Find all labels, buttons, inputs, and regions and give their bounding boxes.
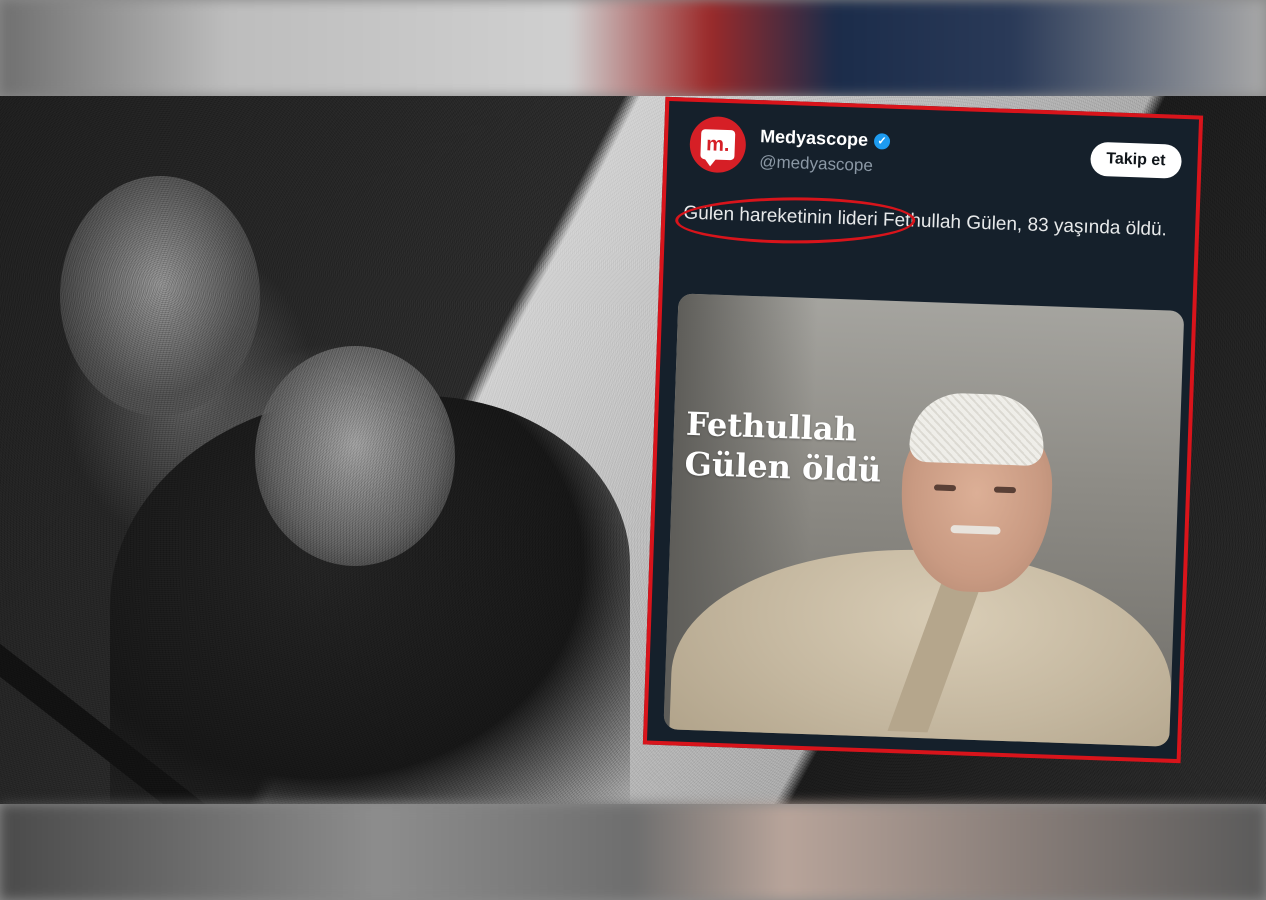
tweet-media-image[interactable]: Fethullah Gülen öldü [663, 293, 1185, 747]
avatar[interactable]: m. [688, 115, 747, 174]
media-headline-line1: Fethullah [685, 404, 858, 449]
media-person-photo [663, 293, 1184, 747]
verified-badge-icon: ✓ [873, 132, 891, 150]
media-headline-line2: Gülen öldü [684, 444, 882, 490]
media-headline: Fethullah Gülen öldü [684, 404, 883, 491]
person-cap [908, 391, 1046, 467]
tweet-card: m. Medyascope ✓ @medyascope Takip et Gül… [642, 96, 1204, 764]
blurred-top-strip [0, 0, 1266, 96]
person-eye-left [933, 484, 957, 492]
account-handle[interactable]: @medyascope [759, 152, 873, 176]
account-name[interactable]: Medyascope ✓ [760, 126, 891, 152]
blurred-bottom-strip [0, 804, 1266, 900]
person-mustache [950, 525, 1001, 535]
follow-button[interactable]: Takip et [1089, 141, 1183, 179]
account-name-label: Medyascope [759, 126, 869, 150]
person-eye-right [993, 486, 1017, 494]
red-circle-annotation [675, 197, 916, 244]
medyascope-logo-icon: m. [700, 129, 736, 161]
